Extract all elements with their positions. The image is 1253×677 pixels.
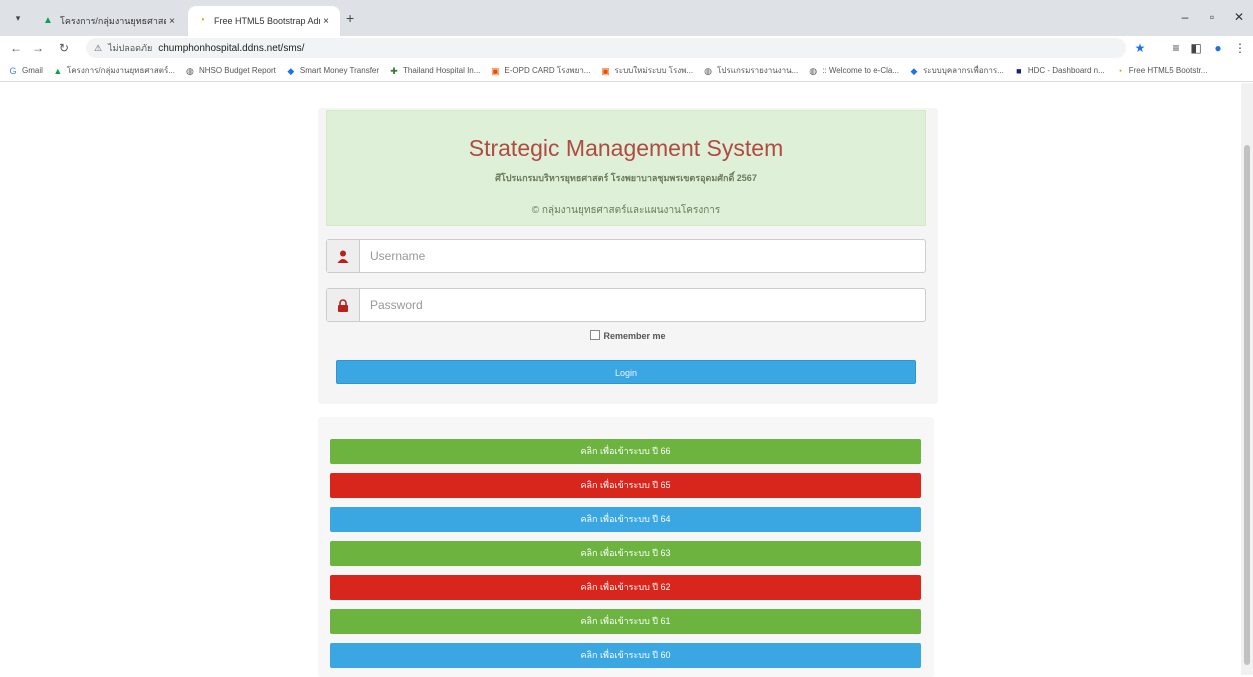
reading-list-icon[interactable]: ≡ (1168, 40, 1184, 56)
bookmark-item[interactable]: ◍ โปรแกรมรายงานงาน... (703, 64, 798, 77)
bookmark-item[interactable]: ■ HDC - Dashboard n... (1014, 66, 1105, 76)
restore-icon[interactable]: ▫ (1202, 10, 1222, 24)
forward-arrow-icon[interactable]: → (30, 40, 46, 56)
back-arrow-icon[interactable]: ← (8, 40, 24, 56)
year-login-button[interactable]: คลิก เพื่อเข้าระบบ ปี 60 (330, 643, 921, 668)
warning-triangle-icon[interactable]: ⚠ (94, 43, 102, 54)
year-login-button[interactable]: คลิก เพื่อเข้าระบบ ปี 66 (330, 439, 921, 464)
window-close-icon[interactable]: ✕ (1229, 10, 1249, 24)
bookmark-item[interactable]: ✚ Thailand Hospital In... (389, 66, 480, 76)
browser-tab-strategy[interactable]: ▲ โครงการ/กลุ่มงานยุทธศาสตร์ × (34, 6, 186, 36)
year-login-button[interactable]: คลิก เพื่อเข้าระบบ ปี 62 (330, 575, 921, 600)
new-tab-plus-icon[interactable]: + (346, 11, 354, 25)
login-card: Strategic Management System ศึโปรแกรมบริ… (318, 108, 938, 404)
scrollbar-thumb[interactable] (1244, 145, 1250, 665)
bookmark-item[interactable]: G Gmail (8, 65, 43, 76)
bookmark-label: โครงการ/กลุ่มงานยุทธศาสตร์... (66, 66, 175, 75)
profile-icon[interactable]: ● (1210, 40, 1226, 56)
brand-icon: ◔ (1117, 65, 1123, 76)
drive-icon: ▲ (43, 15, 53, 26)
remember-me-checkbox[interactable] (590, 330, 601, 340)
browser-toolbar: ← → ↻ ⚠ ไม่ปลอดภัย chumphonhospital.ddns… (0, 36, 1253, 60)
close-icon[interactable]: × (320, 16, 332, 27)
username-group (326, 239, 926, 273)
drive-icon: ▲ (53, 65, 63, 76)
bookmark-label: Gmail (22, 66, 43, 75)
address-bar[interactable]: ⚠ ไม่ปลอดภัย chumphonhospital.ddns.net/s… (86, 38, 1126, 58)
remember-me: Remember me (318, 330, 938, 341)
brand-icon: ◔ (198, 15, 206, 26)
year-login-button[interactable]: คลิก เพื่อเข้าระบบ ปี 64 (330, 507, 921, 532)
lock-icon (327, 289, 360, 321)
year-login-button[interactable]: คลิก เพื่อเข้าระบบ ปี 63 (330, 541, 921, 566)
bookmark-item[interactable]: ◍:: Welcome to e-Cla... (808, 66, 899, 76)
tab-title: Free HTML5 Bootstrap Admin (214, 16, 320, 26)
login-button[interactable]: Login (336, 360, 916, 384)
bookmark-label: NHSO Budget Report (198, 66, 276, 75)
page-subtitle: ศึโปรแกรมบริหารยุทธศาสตร์ โรงพยาบาลชุมพร… (495, 173, 757, 183)
browser-tab-admin[interactable]: ◔ Free HTML5 Bootstrap Admin × (188, 6, 340, 36)
tab-search-chevron-icon[interactable]: ▾ (10, 10, 26, 26)
star-bookmark-icon[interactable]: ★ (1132, 40, 1148, 56)
google-icon: G (9, 65, 17, 76)
page-title: Strategic Management System (468, 135, 784, 161)
minimize-icon[interactable]: – (1175, 10, 1195, 24)
close-icon[interactable]: × (166, 16, 178, 27)
bookmark-label: Smart Money Transfer (299, 66, 380, 75)
globe-icon: ◍ (704, 65, 713, 76)
bookmark-item[interactable]: ◍ NHSO Budget Report (185, 66, 276, 76)
password-input[interactable] (360, 289, 925, 321)
bookmark-item[interactable]: ▣ ระบบใหม่ระบบ โรงพ... (600, 64, 693, 77)
diamond-icon: ◆ (910, 65, 918, 76)
bookmark-label: E-OPD CARD โรงพยา... (504, 66, 591, 75)
url-text: chumphonhospital.ddns.net/sms/ (158, 42, 305, 54)
bookmark-item[interactable]: ▣ E-OPD CARD โรงพยา... (490, 64, 590, 77)
browser-tab-bar: ▾ ▲ โครงการ/กลุ่มงานยุทธศาสตร์ × ◔ Free … (0, 0, 1253, 36)
bookmark-label: HDC - Dashboard n... (1027, 66, 1105, 75)
side-panel-icon[interactable]: ◧ (1188, 40, 1204, 56)
remember-me-label[interactable]: Remember me (603, 331, 665, 341)
reload-icon[interactable]: ↻ (56, 40, 72, 56)
user-icon (327, 240, 360, 272)
bookmark-label: Free HTML5 Bootstr... (1128, 66, 1208, 75)
bookmark-item[interactable]: ▲ โครงการ/กลุ่มงานยุทธศาสตร์... (53, 64, 175, 77)
bookmark-label: :: Welcome to e-Cla... (822, 66, 899, 75)
year-links-panel: คลิก เพื่อเข้าระบบ ปี 66 คลิก เพื่อเข้าระ… (318, 417, 934, 677)
page-viewport: Strategic Management System ศึโปรแกรมบริ… (0, 83, 1241, 677)
dashboard-icon: ■ (1016, 65, 1022, 76)
menu-kebab-icon[interactable]: ⋮ (1232, 40, 1248, 56)
year-login-button[interactable]: คลิก เพื่อเข้าระบบ ปี 61 (330, 609, 921, 634)
bookmark-label: ระบบใหม่ระบบ โรงพ... (614, 66, 694, 75)
security-label: ไม่ปลอดภัย (108, 43, 153, 53)
folder-icon: ▣ (491, 65, 500, 76)
bookmark-item[interactable]: ◆ Smart Money Transfer (286, 66, 379, 76)
bookmark-item[interactable]: ◔ Free HTML5 Bootstr... (1115, 65, 1208, 76)
hospital-icon: ✚ (390, 65, 398, 76)
page-scrollbar[interactable] (1241, 83, 1253, 675)
login-header-panel: Strategic Management System ศึโปรแกรมบริ… (326, 110, 926, 226)
diamond-icon: ◆ (287, 65, 295, 76)
bookmark-label: ระบบบุคลากรเพื่อการ... (923, 66, 1004, 75)
bookmarks-bar: G Gmail ▲ โครงการ/กลุ่มงานยุทธศาสตร์... ◍ NHS… (0, 60, 1253, 82)
globe-icon: ◍ (809, 65, 818, 76)
year-login-button[interactable]: คลิก เพื่อเข้าระบบ ปี 65 (330, 473, 921, 498)
department-credit: © กลุ่มงานยุทธศาสตร์และแผนงานโครงการ (531, 205, 721, 216)
password-group (326, 288, 926, 322)
folder-icon: ▣ (601, 65, 610, 76)
username-input[interactable] (360, 240, 925, 272)
bookmark-item[interactable]: ◆ ระบบบุคลากรเพื่อการ... (909, 64, 1004, 77)
bookmark-label: Thailand Hospital In... (403, 66, 481, 75)
bookmark-label: โปรแกรมรายงานงาน... (717, 66, 799, 75)
tab-title: โครงการ/กลุ่มงานยุทธศาสตร์ (60, 16, 166, 26)
globe-icon: ◍ (186, 65, 194, 76)
